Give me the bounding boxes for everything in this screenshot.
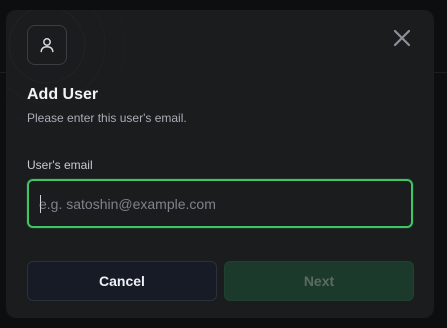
close-button[interactable] (390, 26, 414, 50)
user-icon-tile (27, 25, 67, 65)
email-field[interactable] (27, 179, 413, 228)
modal-subtitle: Please enter this user's email. (27, 111, 187, 125)
text-caret (40, 195, 41, 213)
modal-title: Add User (27, 86, 99, 103)
close-icon (393, 29, 411, 47)
email-field-label: User's email (27, 158, 93, 172)
add-user-modal: Add User Please enter this user's email.… (6, 10, 434, 318)
user-icon (40, 38, 54, 53)
email-input[interactable] (29, 181, 411, 226)
next-button[interactable]: Next (224, 261, 414, 301)
cancel-button[interactable]: Cancel (27, 261, 217, 301)
